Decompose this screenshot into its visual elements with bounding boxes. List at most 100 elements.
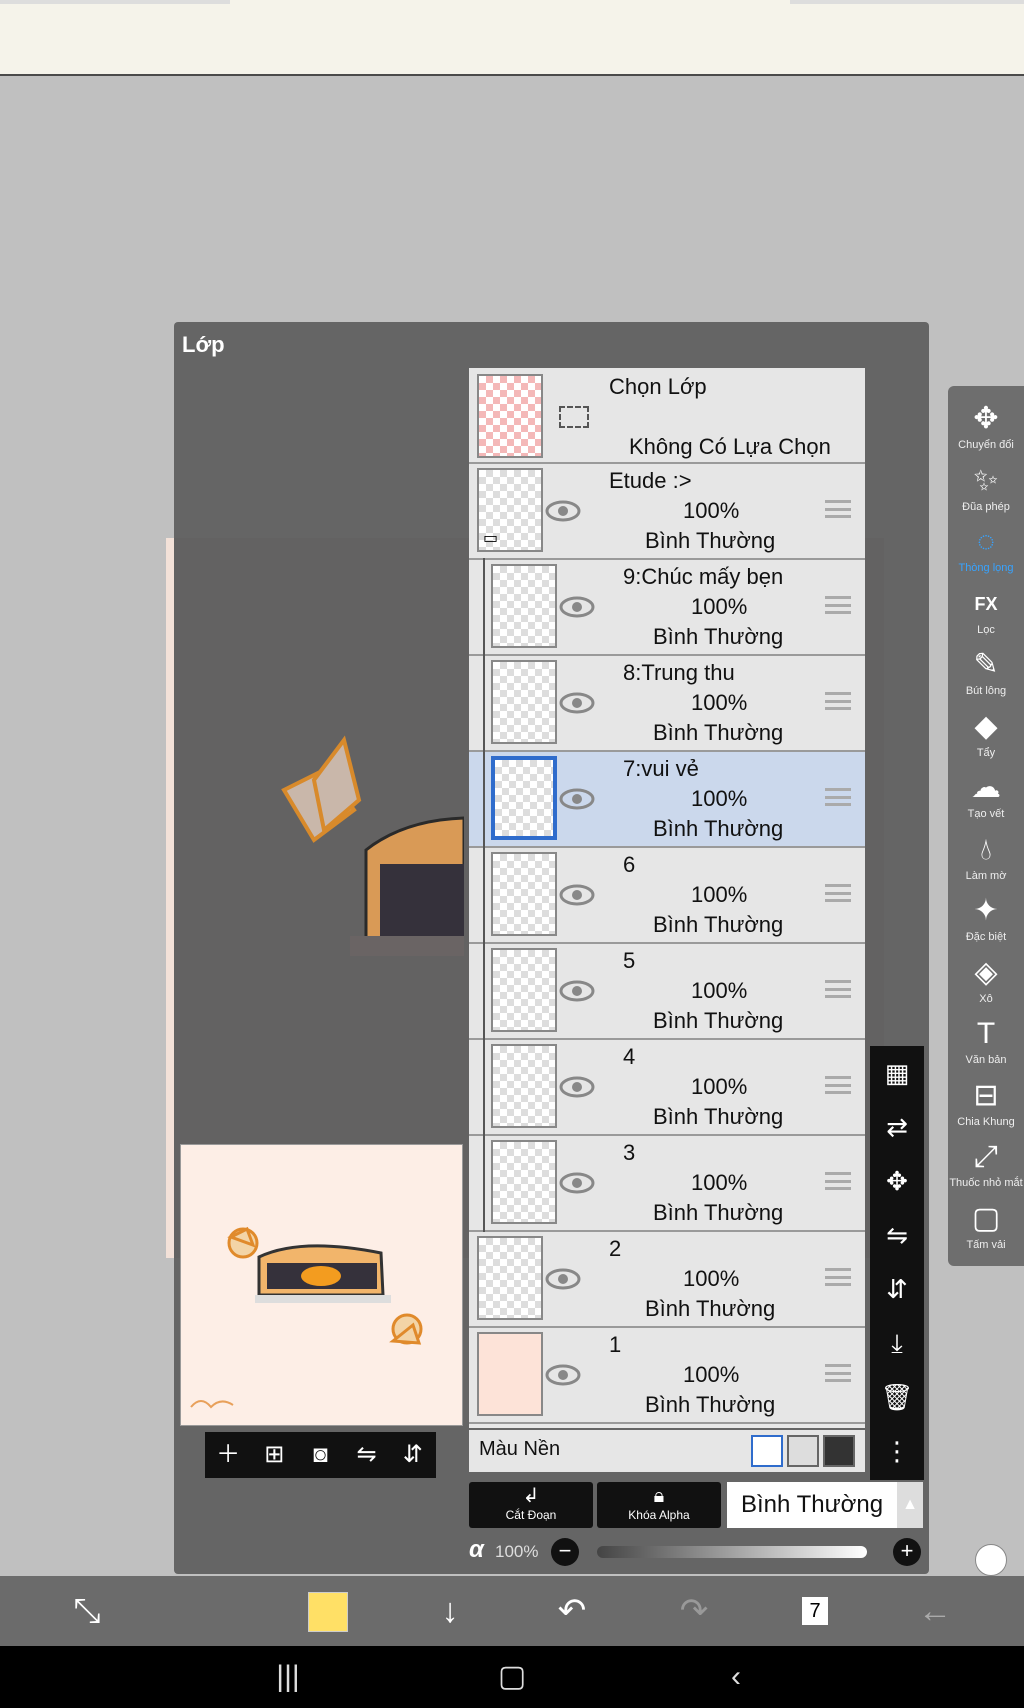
layer-opacity: 100% bbox=[683, 1362, 740, 1387]
visibility-eye-icon[interactable] bbox=[545, 500, 581, 522]
tool-label: Chuyển đổi bbox=[958, 439, 1014, 451]
convert-icon[interactable]: ⇄ bbox=[870, 1100, 924, 1154]
background-dark-swatch[interactable] bbox=[823, 1435, 855, 1467]
tool-bucket[interactable]: ◈ Xô bbox=[948, 954, 1024, 1006]
add-special-layer-icon[interactable]: ⊞ bbox=[254, 1432, 294, 1478]
layer-list[interactable]: Chọn Lớp Không Có Lựa Chọn ▭ Etude :> 100%… bbox=[469, 368, 865, 1428]
down-arrow-icon[interactable]: ↓ bbox=[415, 1576, 485, 1646]
layer-blend-mode: Bình Thường bbox=[653, 720, 784, 745]
drag-handle-icon[interactable] bbox=[825, 596, 851, 614]
opacity-decrease-button[interactable]: − bbox=[551, 1538, 579, 1566]
background-white-swatch[interactable] bbox=[751, 1435, 783, 1467]
camera-icon[interactable]: ◙ bbox=[300, 1432, 340, 1478]
transform-tool-icon[interactable]: ⤡ bbox=[52, 1576, 122, 1646]
visibility-eye-icon[interactable] bbox=[559, 1076, 595, 1098]
tool-label: Thòng lọng bbox=[958, 562, 1014, 574]
recents-icon[interactable]: ||| bbox=[258, 1646, 318, 1708]
tool-palette: ✥ Chuyển đổi ✨︎ Đũa phép ◌ Thòng lọng FX Lọc ✎ Bú… bbox=[948, 386, 1024, 1266]
tool-move[interactable]: ✥ Chuyển đổi bbox=[948, 400, 1024, 452]
current-color-swatch[interactable] bbox=[308, 1592, 348, 1632]
select-layer-row[interactable]: Chọn Lớp Không Có Lựa Chọn bbox=[469, 368, 865, 464]
layer-row[interactable]: 6 100% Bình Thường bbox=[469, 848, 865, 944]
tool-frame-divider[interactable]: ⊟ Chia Khung bbox=[948, 1077, 1024, 1129]
trash-icon[interactable]: 🗑︎ bbox=[870, 1370, 924, 1424]
visibility-eye-icon[interactable] bbox=[559, 1172, 595, 1194]
drag-handle-icon[interactable] bbox=[825, 500, 851, 518]
redo-icon[interactable]: ↷ bbox=[659, 1576, 729, 1646]
tool-magic-wand[interactable]: ✨︎ Đũa phép bbox=[948, 462, 1024, 514]
visibility-eye-icon[interactable] bbox=[559, 596, 595, 618]
blend-mode-arrow-icon[interactable]: ▲ bbox=[897, 1482, 923, 1528]
tool-blur[interactable]: 💧︎ Làm mờ bbox=[948, 831, 1024, 883]
layer-blend-mode: Bình Thường bbox=[645, 1392, 776, 1417]
layer-opacity: 100% bbox=[691, 978, 748, 1003]
layer-row[interactable]: 7:vui vẻ 100% Bình Thường bbox=[469, 752, 865, 848]
layer-row[interactable]: 4 100% Bình Thường bbox=[469, 1040, 865, 1136]
tool-eyedropper[interactable]: ⤢ Thuốc nhỏ mắt bbox=[948, 1138, 1024, 1190]
visibility-eye-icon[interactable] bbox=[545, 1364, 581, 1386]
move-layer-icon[interactable]: ✥ bbox=[870, 1154, 924, 1208]
visibility-eye-icon[interactable] bbox=[559, 788, 595, 810]
transparency-icon[interactable]: ▦ bbox=[870, 1046, 924, 1100]
canvas-edge bbox=[166, 538, 174, 1258]
drag-handle-icon[interactable] bbox=[825, 692, 851, 710]
layer-row[interactable]: 8:Trung thu 100% Bình Thường bbox=[469, 656, 865, 752]
selection-marquee-icon bbox=[559, 406, 589, 428]
layer-row[interactable]: ▭ Etude :> 100% Bình Thường bbox=[469, 464, 865, 560]
visibility-eye-icon[interactable] bbox=[559, 692, 595, 714]
opacity-slider-knob[interactable] bbox=[975, 1544, 1007, 1576]
flip-layer-horizontal-icon[interactable]: ⇋ bbox=[870, 1208, 924, 1262]
bottom-toolbar: ⤡ ↓ ↶ ↷ 7 ← bbox=[0, 1576, 1024, 1646]
tool-brush[interactable]: ✎ Bút lông bbox=[948, 646, 1024, 698]
layer-row[interactable]: 9:Chúc mấy bẹn 100% Bình Thường bbox=[469, 560, 865, 656]
blend-mode-select[interactable]: Bình Thường bbox=[727, 1482, 897, 1528]
drag-handle-icon[interactable] bbox=[825, 1076, 851, 1094]
clip-button[interactable]: ↲ Cắt Đoạn bbox=[469, 1482, 593, 1528]
background-row[interactable]: Màu Nền bbox=[469, 1430, 865, 1472]
home-icon[interactable]: ▢ bbox=[482, 1646, 542, 1708]
tool-fx[interactable]: FX Lọc bbox=[948, 585, 1024, 637]
flip-layer-vertical-icon[interactable]: ⇵ bbox=[870, 1262, 924, 1316]
back-icon[interactable]: ‹ bbox=[706, 1646, 766, 1708]
layer-row[interactable]: 2 100% Bình Thường bbox=[469, 1232, 865, 1328]
visibility-eye-icon[interactable] bbox=[559, 884, 595, 906]
lasso-icon: ◌ bbox=[977, 525, 995, 558]
tool-special[interactable]: ✦ Đặc biệt bbox=[948, 892, 1024, 944]
drag-handle-icon[interactable] bbox=[825, 980, 851, 998]
drag-handle-icon[interactable] bbox=[825, 884, 851, 902]
tool-smudge[interactable]: ☁︎ Tạo vết bbox=[948, 769, 1024, 821]
flip-vertical-icon[interactable]: ⇵ bbox=[393, 1432, 433, 1478]
tool-text[interactable]: T Văn bản bbox=[948, 1015, 1024, 1067]
layer-name: 6 bbox=[623, 852, 636, 877]
layer-row[interactable]: 5 100% Bình Thường bbox=[469, 944, 865, 1040]
drag-handle-icon[interactable] bbox=[825, 788, 851, 806]
more-options-icon[interactable]: ⋮ bbox=[870, 1424, 924, 1478]
visibility-eye-icon[interactable] bbox=[545, 1268, 581, 1290]
opacity-slider[interactable] bbox=[597, 1544, 1007, 1576]
alpha-symbol: α bbox=[469, 1536, 484, 1563]
layer-preview[interactable] bbox=[180, 1144, 463, 1426]
drag-handle-icon[interactable] bbox=[825, 1172, 851, 1190]
layer-opacity: 100% bbox=[691, 786, 748, 811]
layer-row[interactable]: 3 100% Bình Thường bbox=[469, 1136, 865, 1232]
tool-eraser[interactable]: ◆ Tẩy bbox=[948, 708, 1024, 760]
background-transparent-swatch[interactable] bbox=[787, 1435, 819, 1467]
tool-label: Thuốc nhỏ mắt bbox=[949, 1177, 1023, 1189]
drag-handle-icon[interactable] bbox=[825, 1268, 851, 1286]
panel-title: Lớp bbox=[182, 332, 225, 357]
preview-mooncake bbox=[255, 1244, 391, 1303]
drag-handle-icon[interactable] bbox=[825, 1364, 851, 1382]
tool-label: Xô bbox=[979, 992, 993, 1005]
tool-lasso[interactable]: ◌ Thòng lọng bbox=[948, 523, 1024, 575]
back-arrow-icon[interactable]: ← bbox=[900, 1576, 970, 1646]
layers-count-button[interactable]: 7 bbox=[780, 1576, 850, 1646]
opacity-increase-button[interactable]: + bbox=[893, 1538, 921, 1566]
tool-canvas[interactable]: ▢ Tấm vải bbox=[948, 1200, 1024, 1252]
alpha-lock-button[interactable]: 🔒︎ Khóa Alpha bbox=[597, 1482, 721, 1528]
merge-down-icon[interactable]: ⤓ bbox=[870, 1316, 924, 1370]
layer-row[interactable]: 1 100% Bình Thường bbox=[469, 1328, 865, 1424]
undo-icon[interactable]: ↶ bbox=[537, 1576, 607, 1646]
flip-horizontal-icon[interactable]: ⇋ bbox=[347, 1432, 387, 1478]
add-layer-icon[interactable]: ＋ bbox=[208, 1432, 248, 1478]
visibility-eye-icon[interactable] bbox=[559, 980, 595, 1002]
